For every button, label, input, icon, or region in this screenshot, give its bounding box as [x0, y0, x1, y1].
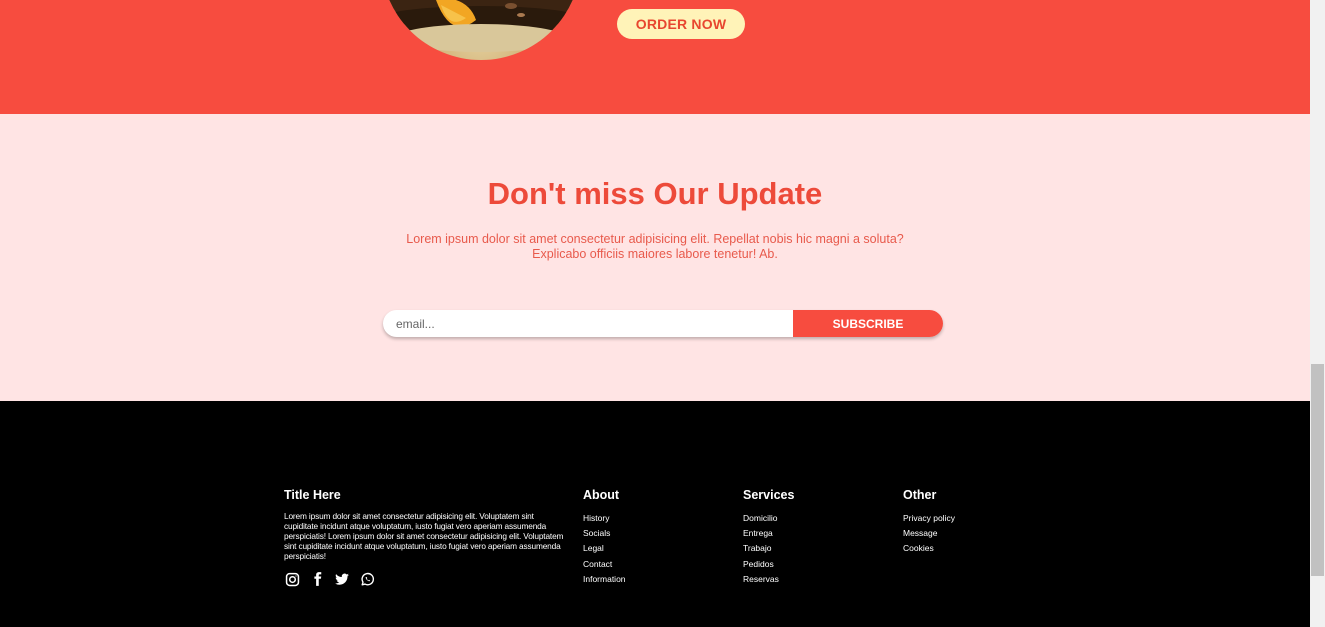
footer-other-list: Privacy policy Message Cookies: [903, 511, 955, 557]
footer-services-title: Services: [743, 488, 795, 502]
footer: Title Here Lorem ipsum dolor sit amet co…: [0, 401, 1310, 627]
footer-brand-column: Title Here Lorem ipsum dolor sit amet co…: [284, 488, 564, 587]
footer-brand-description: Lorem ipsum dolor sit amet consectetur a…: [284, 511, 564, 561]
facebook-icon[interactable]: [309, 571, 325, 587]
footer-other-title: Other: [903, 488, 937, 502]
footer-services-column: Services Domicilio Entrega Trabajo Pedid…: [743, 488, 794, 587]
newsletter-text-line2: Explicabo officiis maiores labore tenetu…: [532, 247, 778, 261]
footer-link-cookies[interactable]: Cookies: [903, 543, 934, 553]
list-item[interactable]: Privacy policy: [903, 511, 955, 526]
newsletter-text-line1: Lorem ipsum dolor sit amet consectetur a…: [406, 232, 904, 246]
footer-about-title: About: [583, 488, 620, 502]
footer-brand-title: Title Here: [284, 488, 341, 502]
list-item[interactable]: Domicilio: [743, 511, 794, 526]
subscribe-form: SUBSCRIBE: [383, 310, 943, 337]
footer-link-information[interactable]: Information: [583, 574, 626, 584]
footer-about-column: About History Socials Legal Contact Info…: [583, 488, 626, 587]
footer-link-pedidos[interactable]: Pedidos: [743, 559, 774, 569]
list-item[interactable]: Pedidos: [743, 557, 794, 572]
list-item[interactable]: History: [583, 511, 626, 526]
list-item[interactable]: Trabajo: [743, 541, 794, 556]
instagram-icon[interactable]: [284, 571, 300, 587]
footer-link-message[interactable]: Message: [903, 528, 938, 538]
list-item[interactable]: Information: [583, 572, 626, 587]
footer-link-contact[interactable]: Contact: [583, 559, 612, 569]
footer-link-reservas[interactable]: Reservas: [743, 574, 779, 584]
newsletter-description: Lorem ipsum dolor sit amet consectetur a…: [0, 232, 1310, 262]
scrollbar-thumb[interactable]: [1311, 364, 1324, 576]
list-item[interactable]: Entrega: [743, 526, 794, 541]
footer-link-history[interactable]: History: [583, 513, 609, 523]
list-item[interactable]: Socials: [583, 526, 626, 541]
list-item[interactable]: Reservas: [743, 572, 794, 587]
footer-link-domicilio[interactable]: Domicilio: [743, 513, 777, 523]
whatsapp-icon[interactable]: [359, 571, 375, 587]
social-links: [284, 571, 564, 587]
newsletter-title: Don't miss Our Update: [487, 176, 823, 211]
page-scrollbar[interactable]: [1310, 0, 1325, 627]
newsletter-section: Don't miss Our Update Lorem ipsum dolor …: [0, 114, 1310, 401]
list-item[interactable]: Cookies: [903, 541, 955, 556]
twitter-icon[interactable]: [334, 571, 350, 587]
email-input[interactable]: [383, 310, 793, 337]
footer-other-column: Other Privacy policy Message Cookies: [903, 488, 955, 557]
footer-link-entrega[interactable]: Entrega: [743, 528, 773, 538]
burger-image: [381, 0, 581, 60]
list-item[interactable]: Message: [903, 526, 955, 541]
footer-link-socials[interactable]: Socials: [583, 528, 610, 538]
footer-link-legal[interactable]: Legal: [583, 543, 604, 553]
footer-services-list: Domicilio Entrega Trabajo Pedidos Reserv…: [743, 511, 794, 587]
hero-section: ORDER NOW: [0, 0, 1310, 114]
subscribe-button[interactable]: SUBSCRIBE: [793, 310, 943, 337]
order-now-button[interactable]: ORDER NOW: [617, 9, 745, 39]
footer-about-list: History Socials Legal Contact Informatio…: [583, 511, 626, 587]
list-item[interactable]: Contact: [583, 557, 626, 572]
footer-link-privacy-policy[interactable]: Privacy policy: [903, 513, 955, 523]
footer-link-trabajo[interactable]: Trabajo: [743, 543, 772, 553]
list-item[interactable]: Legal: [583, 541, 626, 556]
